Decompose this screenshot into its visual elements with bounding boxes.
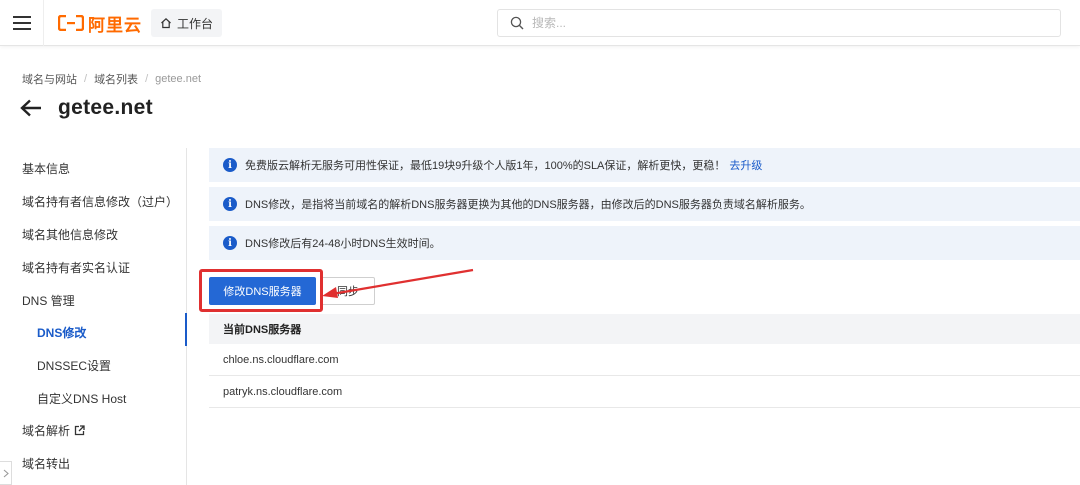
- sidebar-item-transfer-out[interactable]: 域名转出: [22, 455, 70, 472]
- breadcrumb-separator: /: [145, 73, 149, 85]
- back-arrow-icon[interactable]: [20, 99, 42, 117]
- sidebar-item-real-name[interactable]: 域名持有者实名认证: [22, 259, 130, 276]
- notice-text: DNS修改，是指将当前域名的解析DNS服务器更换为其他的DNS服务器，由修改后的…: [245, 199, 811, 211]
- sidebar-item-label: DNS修改: [37, 326, 87, 340]
- logo-text: 阿里云: [88, 15, 142, 35]
- table-header: 当前DNS服务器: [209, 314, 1080, 344]
- dns-server-table: 当前DNS服务器 chloe.ns.cloudflare.com patryk.…: [209, 314, 1080, 408]
- sidebar-item-label: 自定义DNS Host: [37, 392, 127, 406]
- aliyun-logo-icon: [58, 15, 84, 31]
- dns-server-value: chloe.ns.cloudflare.com: [223, 353, 339, 366]
- sidebar-item-dns-modify[interactable]: DNS修改: [37, 324, 86, 341]
- aliyun-logo[interactable]: 阿里云: [58, 12, 142, 35]
- breadcrumb: 域名与网站 / 域名列表 / getee.net: [22, 71, 201, 87]
- sidebar-item-other-info[interactable]: 域名其他信息修改: [22, 226, 118, 243]
- sidebar-item-owner-transfer[interactable]: 域名持有者信息修改（过户）: [22, 193, 178, 210]
- sidebar-group-dns-management: DNS 管理: [22, 292, 75, 309]
- notice-upgrade: i 免费版云解析无服务可用性保证，最低19块9升级个人版1年，100%的SLA保…: [209, 148, 1080, 182]
- sidebar-item-label: 域名持有者实名认证: [22, 261, 131, 275]
- annotation-highlight-box: [199, 269, 323, 312]
- menu-button[interactable]: [0, 0, 44, 46]
- breadcrumb-current: getee.net: [155, 73, 201, 85]
- sidebar-item-label: 域名转出: [22, 457, 71, 471]
- workbench-label: 工作台: [177, 16, 214, 31]
- sidebar-item-label: DNSSEC设置: [37, 359, 112, 373]
- chevron-right-icon: [3, 469, 9, 477]
- notice-text: DNS修改后有24-48小时DNS生效时间。: [245, 238, 441, 250]
- external-link-icon: [74, 425, 85, 436]
- notice-dns-explanation: i DNS修改，是指将当前域名的解析DNS服务器更换为其他的DNS服务器，由修改…: [209, 187, 1080, 221]
- notice-dns-propagation: i DNS修改后有24-48小时DNS生效时间。: [209, 226, 1080, 260]
- page-title: getee.net: [58, 96, 153, 119]
- search-box[interactable]: [497, 9, 1061, 37]
- sidebar-collapse-button[interactable]: [0, 461, 12, 485]
- dns-server-value: patryk.ns.cloudflare.com: [223, 385, 343, 398]
- top-bar: 阿里云 工作台: [0, 0, 1080, 46]
- sidebar-item-label: 基本信息: [22, 162, 71, 176]
- hamburger-icon: [12, 16, 31, 30]
- sidebar: 基本信息 域名持有者信息修改（过户） 域名其他信息修改 域名持有者实名认证 DN…: [0, 148, 187, 485]
- sidebar-item-dns-resolution[interactable]: 域名解析: [22, 422, 85, 439]
- table-row: patryk.ns.cloudflare.com: [209, 376, 1080, 408]
- info-icon: i: [223, 236, 237, 250]
- active-indicator: [185, 313, 187, 346]
- sidebar-item-label: DNS 管理: [22, 294, 75, 308]
- info-icon: i: [223, 158, 237, 172]
- page-header: getee.net: [20, 96, 153, 120]
- info-icon: i: [223, 197, 237, 211]
- home-icon: [161, 17, 171, 29]
- sidebar-item-label: 域名其他信息修改: [22, 228, 119, 242]
- upgrade-link[interactable]: 去升级: [729, 157, 762, 173]
- sidebar-item-label: 域名解析: [22, 424, 71, 438]
- breadcrumb-domains-websites[interactable]: 域名与网站: [22, 71, 77, 87]
- workbench-button[interactable]: 工作台: [151, 9, 223, 37]
- column-header-current-dns: 当前DNS服务器: [223, 324, 302, 336]
- sidebar-item-custom-dns-host[interactable]: 自定义DNS Host: [37, 390, 126, 407]
- sidebar-item-label: 域名持有者信息修改（过户）: [22, 195, 179, 209]
- breadcrumb-domain-list[interactable]: 域名列表: [94, 71, 138, 87]
- table-row: chloe.ns.cloudflare.com: [209, 344, 1080, 376]
- breadcrumb-separator: /: [84, 73, 88, 85]
- annotation-arrow: [322, 268, 474, 298]
- search-input[interactable]: [532, 16, 1032, 30]
- sidebar-item-dnssec[interactable]: DNSSEC设置: [37, 357, 111, 374]
- notice-text: 免费版云解析无服务可用性保证，最低19块9升级个人版1年，100%的SLA保证，…: [245, 160, 726, 172]
- search-icon: [510, 16, 524, 30]
- sidebar-item-basic-info[interactable]: 基本信息: [22, 160, 70, 177]
